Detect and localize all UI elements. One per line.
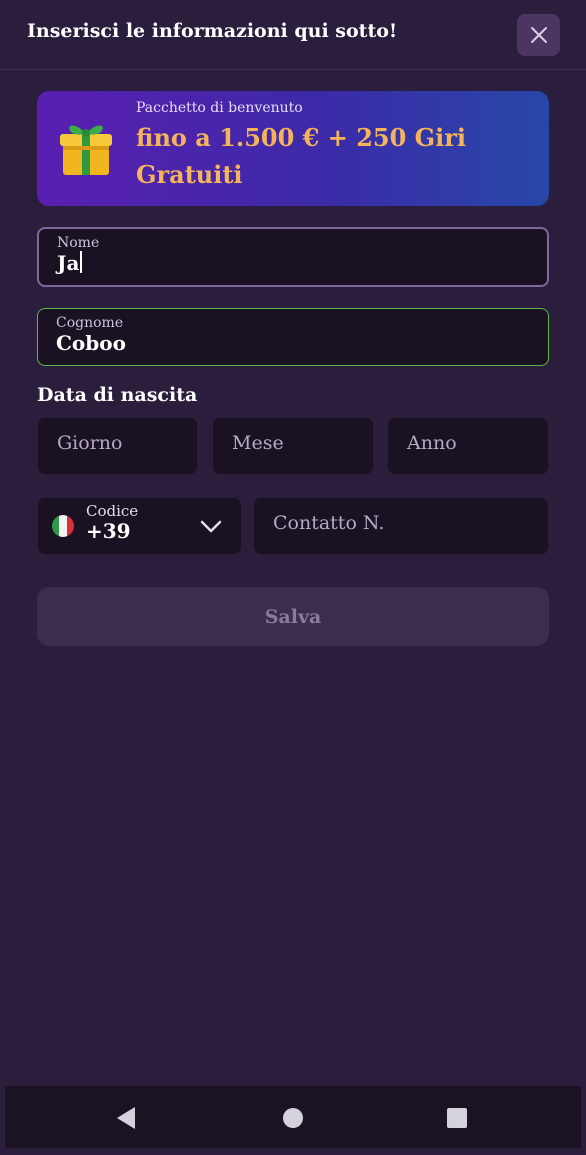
banner-subtitle: Pacchetto di benvenuto: [136, 100, 303, 116]
close-button[interactable]: [517, 14, 560, 56]
system-nav-bar: [5, 1086, 581, 1148]
last-name-value: Coboo: [56, 331, 126, 355]
nav-home-icon[interactable]: [282, 1107, 304, 1129]
day-input[interactable]: Giorno: [37, 417, 198, 475]
first-name-field[interactable]: Nome Ja: [37, 227, 549, 287]
save-button[interactable]: Salva: [37, 587, 549, 646]
birth-date-label: Data di nascita: [37, 384, 198, 406]
page-title: Inserisci le informazioni qui sotto!: [27, 20, 398, 42]
welcome-banner: Pacchetto di benvenuto fino a 1.500 € + …: [37, 91, 549, 206]
text-caret: [80, 251, 83, 273]
header: Inserisci le informazioni qui sotto!: [0, 0, 586, 70]
country-code-select[interactable]: Codice +39: [37, 497, 242, 555]
last-name-label: Cognome: [56, 315, 124, 331]
phone-number-placeholder: Contatto N.: [273, 512, 385, 534]
country-code-label: Codice: [86, 502, 139, 520]
registration-screen: Inserisci le informazioni qui sotto! Pac…: [0, 0, 586, 1155]
banner-offer: fino a 1.500 € + 250 Giri Gratuiti: [136, 123, 467, 189]
chevron-down-icon: [200, 520, 222, 533]
month-input[interactable]: Mese: [212, 417, 374, 475]
first-name-value: Ja: [57, 251, 83, 275]
nav-recents-icon[interactable]: [446, 1107, 468, 1129]
italy-flag-icon: [52, 515, 74, 537]
first-name-label: Nome: [57, 235, 100, 251]
country-code-value: +39: [86, 519, 131, 543]
year-input[interactable]: Anno: [387, 417, 549, 475]
nav-back-icon[interactable]: [115, 1106, 137, 1130]
month-placeholder: Mese: [232, 432, 284, 454]
year-placeholder: Anno: [407, 432, 457, 454]
gift-icon: [60, 125, 112, 175]
day-placeholder: Giorno: [57, 432, 123, 454]
phone-number-input[interactable]: Contatto N.: [253, 497, 549, 555]
close-icon: [530, 27, 547, 43]
last-name-field[interactable]: Cognome Coboo: [37, 308, 549, 366]
